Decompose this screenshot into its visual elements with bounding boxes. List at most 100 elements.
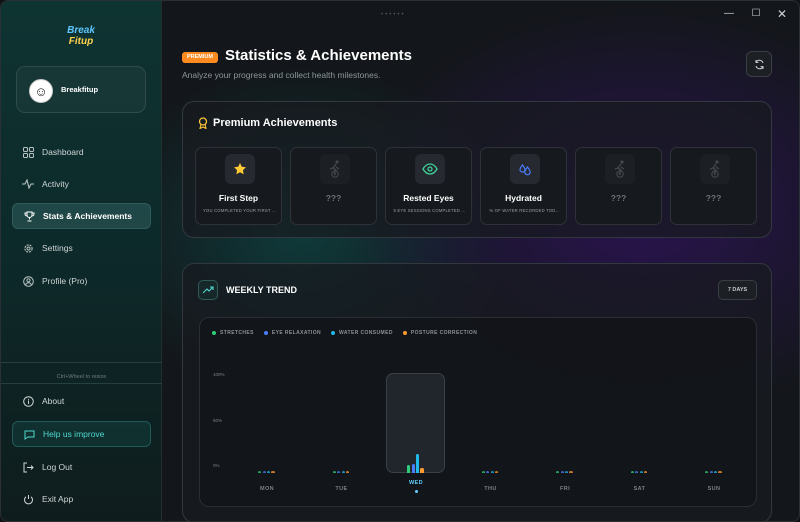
about-label: About (42, 396, 65, 406)
page-subtitle: Analyze your progress and collect health… (182, 70, 381, 80)
chart-bar (341, 471, 345, 473)
trend-icon (198, 280, 218, 300)
achievement-description: 5 EYE SESSIONS COMPLETED ... (393, 208, 466, 213)
x-tick-label[interactable]: SAT (620, 486, 660, 492)
refresh-button[interactable] (746, 51, 772, 77)
chart-bar (262, 471, 266, 473)
x-tick-label[interactable]: FRI (545, 486, 585, 492)
x-tick-label[interactable]: SUN (694, 486, 734, 492)
profile-card[interactable]: ☺ Breakfitup (16, 66, 146, 113)
app-logo: Break Fitup (63, 25, 99, 51)
chart-bar (569, 471, 573, 473)
legend-item: EYE RELAXATION (263, 330, 322, 336)
achievement-name: Rested Eyes (403, 193, 454, 203)
trophy-icon (23, 210, 35, 222)
page-title: Statistics & Achievements (225, 47, 413, 64)
sidebar-item-label: Dashboard (42, 147, 84, 157)
user-circle-icon (22, 275, 34, 287)
x-tick-label[interactable]: TUE (322, 486, 362, 492)
sidebar: Break Fitup ☺ Breakfitup Dashboard Activ… (1, 1, 162, 521)
chart-bar (705, 471, 709, 473)
legend-item: POSTURE CORRECTION (402, 330, 477, 336)
chart-bar (416, 454, 420, 473)
chart-bar (332, 471, 336, 473)
profile-name: Breakfitup (61, 85, 99, 94)
grid-icon (22, 146, 34, 158)
legend-label: EYE RELAXATION (271, 330, 322, 336)
gear-icon (22, 242, 34, 254)
eye-icon (415, 154, 445, 184)
minimize-button[interactable]: — (722, 7, 736, 21)
chart-bar (486, 471, 490, 473)
x-tick-label[interactable]: MON (247, 486, 287, 492)
avatar: ☺ (29, 79, 53, 103)
chart-bar (494, 471, 499, 473)
y-tick-label: 50% (213, 418, 223, 423)
achievement-name: ??? (610, 193, 627, 203)
locked-figure-icon (605, 154, 635, 184)
achievement-description: YOU COMPLETED YOUR FIRST ... (203, 208, 276, 213)
sidebar-divider (1, 383, 162, 384)
about-button[interactable]: About (12, 388, 151, 414)
info-icon (22, 395, 34, 407)
sidebar-item-label: Profile (Pro) (42, 276, 88, 286)
sidebar-item-profile[interactable]: Profile (Pro) (12, 268, 151, 294)
x-tick-label[interactable]: THU (471, 486, 511, 492)
logout-label: Log Out (42, 462, 73, 472)
achievements-title: Premium Achievements (213, 117, 338, 129)
sidebar-item-activity[interactable]: Activity (12, 171, 151, 197)
achievement-card[interactable]: Rested Eyes 5 EYE SESSIONS COMPLETED ... (385, 147, 472, 225)
locked-figure-icon (320, 154, 350, 184)
sidebar-item-dashboard[interactable]: Dashboard (12, 139, 151, 165)
chart-bar (490, 471, 494, 473)
selected-day-indicator (414, 490, 418, 493)
sidebar-item-stats[interactable]: Stats & Achievements (12, 203, 151, 229)
drag-handle[interactable]: •••••• (381, 12, 406, 18)
chart-bar (635, 471, 639, 473)
sidebar-item-label: Activity (42, 179, 69, 189)
y-tick-label: 100% (213, 372, 225, 377)
premium-badge: PREMIUM (182, 52, 218, 63)
achievement-card[interactable]: First Step YOU COMPLETED YOUR FIRST ... (195, 147, 282, 225)
legend-label: WATER CONSUMED (339, 330, 393, 336)
power-icon (22, 493, 34, 505)
chart-bar (560, 471, 564, 473)
achievement-card-locked[interactable]: ??? (670, 147, 757, 225)
exit-app-button[interactable]: Exit App (12, 486, 151, 512)
chart-bar (709, 471, 713, 473)
chart-bar (643, 471, 648, 473)
chart-bar (714, 471, 718, 473)
range-selector[interactable]: 7 DAYS (718, 280, 757, 300)
chart-legend: STRETCHES EYE RELAXATION WATER CONSUMED POS… (212, 330, 477, 336)
legend-item: WATER CONSUMED (331, 330, 393, 336)
achievement-card-locked[interactable]: ??? (575, 147, 662, 225)
legend-swatch (212, 331, 216, 335)
weekly-trend-panel: WEEKLY TREND 7 DAYS STRETCHES EYE RELAXAT… (182, 263, 772, 521)
y-tick-label: 0% (213, 463, 220, 468)
x-tick-label[interactable]: WED (396, 480, 436, 486)
chart-bar (345, 471, 350, 473)
achievement-card[interactable]: Hydrated % OF WATER RECORDED TOD... (480, 147, 567, 225)
star-icon (225, 154, 255, 184)
logout-button[interactable]: Log Out (12, 454, 151, 480)
legend-swatch (331, 331, 336, 335)
sidebar-item-settings[interactable]: Settings (12, 235, 151, 261)
logout-icon (22, 461, 34, 473)
legend-item: STRETCHES (212, 330, 254, 336)
close-button[interactable]: ✕ (775, 7, 789, 21)
chart-bar (481, 471, 485, 473)
legend-swatch (402, 331, 407, 335)
chart-bar (258, 471, 262, 473)
legend-swatch (263, 331, 268, 335)
help-improve-button[interactable]: Help us improve (12, 421, 151, 447)
chart-bar (337, 471, 341, 473)
legend-label: STRETCHES (220, 330, 254, 336)
achievement-card-locked[interactable]: ??? (290, 147, 377, 225)
chart-bar (407, 465, 411, 473)
maximize-button[interactable]: ☐ (749, 7, 763, 21)
chart-bar (271, 471, 275, 473)
weekly-trend-title: WEEKLY TREND (226, 285, 298, 295)
help-improve-label: Help us improve (43, 429, 105, 439)
chart-bar (565, 471, 569, 473)
resize-hint: Ctrl+Wheel to resize (56, 374, 107, 380)
